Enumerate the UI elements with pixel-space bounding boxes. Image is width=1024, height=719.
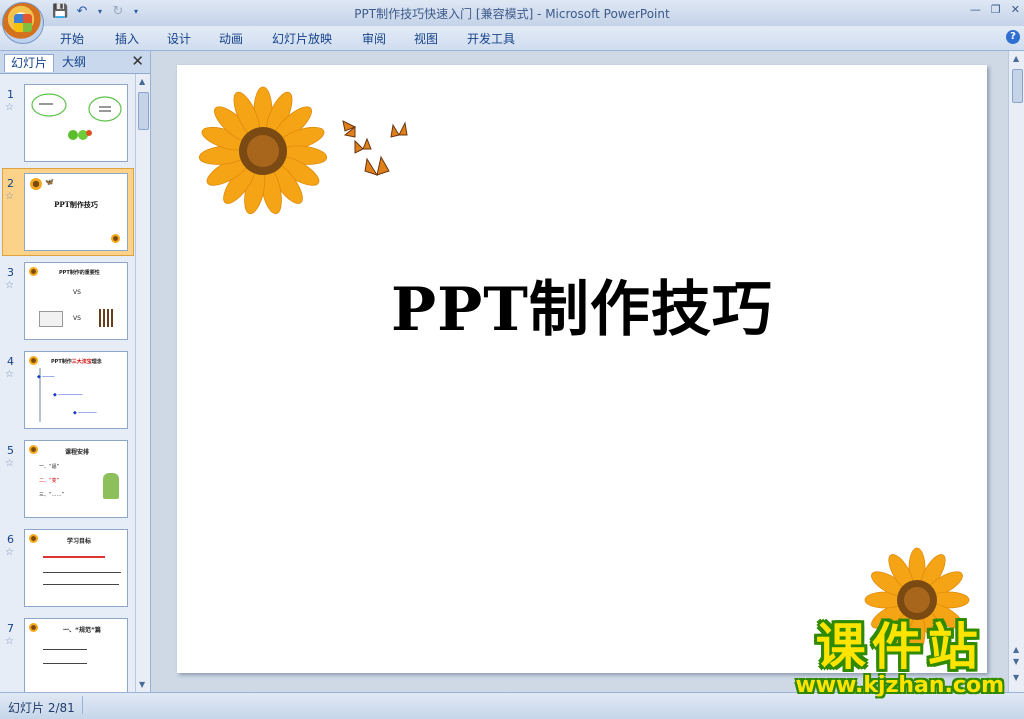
thumbnail-number: 1 bbox=[7, 88, 14, 101]
sunflower-icon bbox=[29, 267, 38, 276]
transition-star-icon: ☆ bbox=[5, 369, 14, 380]
thumbnail-number: 3 bbox=[7, 266, 14, 279]
tab-insert[interactable]: 插入 bbox=[115, 30, 139, 47]
tab-review[interactable]: 审阅 bbox=[362, 30, 386, 47]
scroll-down-icon[interactable]: ▼ bbox=[139, 680, 145, 689]
slide-thumbnail-2[interactable]: 🦋 PPT制作技巧 bbox=[24, 173, 128, 251]
thumbnail-number: 6 bbox=[7, 533, 14, 546]
thumbnail-image bbox=[39, 311, 63, 327]
scroll-up-icon[interactable]: ▲ bbox=[139, 77, 145, 86]
tab-animations[interactable]: 动画 bbox=[219, 30, 243, 47]
thumbnail-line bbox=[43, 663, 87, 664]
butterfly-icon bbox=[342, 120, 408, 176]
title-bar: 💾 ↶ ▾ ↻ ▾ PPT制作技巧快速入门 [兼容模式] - Microsoft… bbox=[0, 0, 1024, 44]
transition-star-icon: ☆ bbox=[5, 636, 14, 647]
watermark-logo: 课件站 www.kjzhan.com bbox=[795, 620, 1004, 698]
slide-editor: PPT制作技巧 bbox=[151, 51, 1008, 692]
thumbnail-line bbox=[43, 572, 121, 573]
thumbnail-scrollbar[interactable]: ▲ ▼ bbox=[135, 74, 150, 692]
tab-home[interactable]: 开始 bbox=[60, 30, 84, 47]
close-pane-icon[interactable]: ✕ bbox=[131, 52, 144, 70]
thumbnail-title: 课程安排 bbox=[65, 449, 90, 456]
ribbon-tabs: 开始 插入 设计 动画 幻灯片放映 审阅 视图 开发工具 ? bbox=[0, 26, 1024, 51]
person-illustration bbox=[103, 473, 119, 499]
slide-thumbnail-5[interactable]: 课程安排 一、“逼” 二、“变” 三、“……” bbox=[24, 440, 128, 518]
tab-developer[interactable]: 开发工具 bbox=[467, 30, 515, 47]
thumbnail-bullet: ◆ ──────── bbox=[53, 392, 83, 398]
thumbnail-text: VS bbox=[73, 289, 81, 296]
watermark-url: www.kjzhan.com bbox=[795, 673, 1004, 698]
sunflower-icon bbox=[29, 623, 38, 632]
butterfly-icon: 🦋 bbox=[45, 178, 54, 186]
thumbnail-title: PPT制作三大法宝理念 bbox=[51, 359, 102, 365]
thumbnail-1-art bbox=[31, 93, 122, 140]
restore-icon[interactable]: ❐ bbox=[991, 3, 1001, 16]
thumbnail-text: 三、“……” bbox=[39, 492, 65, 498]
scroll-down-icon[interactable]: ▼ bbox=[1013, 673, 1019, 682]
tab-view[interactable]: 视图 bbox=[414, 30, 438, 47]
slide-thumbnail-6[interactable]: 学习目标 bbox=[24, 529, 128, 607]
transition-star-icon: ☆ bbox=[5, 458, 14, 469]
transition-star-icon: ☆ bbox=[5, 547, 14, 558]
sunflower-icon bbox=[198, 86, 328, 215]
previous-slide-icon[interactable]: ▲ bbox=[1013, 645, 1019, 654]
tab-outline[interactable]: 大纲 bbox=[56, 54, 92, 71]
thumbnail-title: 一、“规范”篇 bbox=[63, 627, 101, 634]
slide-art bbox=[198, 86, 970, 653]
transition-star-icon: ☆ bbox=[5, 280, 14, 291]
sunflower-icon bbox=[29, 356, 38, 365]
pane-tabs: 幻灯片 大纲 ✕ bbox=[0, 51, 150, 74]
tab-slide-show[interactable]: 幻灯片放映 bbox=[272, 30, 332, 47]
thumbnail-bullet: ◆ ────── bbox=[73, 410, 97, 416]
tab-slides[interactable]: 幻灯片 bbox=[4, 54, 55, 72]
slide-indicator: 幻灯片 2/81 bbox=[8, 701, 75, 715]
slide-thumbnail-1[interactable] bbox=[24, 84, 128, 162]
slides-pane: 幻灯片 大纲 ✕ 1 ☆ 2 ☆ 🦋 PPT制作技巧 3 ☆ PPT制作的重要性… bbox=[0, 51, 151, 692]
sunflower-icon bbox=[111, 234, 120, 243]
thumbnail-title: PPT制作技巧 bbox=[54, 200, 98, 209]
sunflower-icon bbox=[29, 445, 38, 454]
window-controls: — ❐ ✕ bbox=[970, 3, 1020, 16]
thumbnail-bullet: ◆ ──── bbox=[37, 374, 55, 380]
sunflower-icon bbox=[30, 178, 42, 190]
transition-star-icon: ☆ bbox=[5, 102, 14, 113]
sunflower-icon bbox=[29, 534, 38, 543]
slide-title[interactable]: PPT制作技巧 bbox=[177, 261, 987, 348]
close-icon[interactable]: ✕ bbox=[1011, 3, 1020, 16]
thumbnail-number: 2 bbox=[7, 177, 14, 190]
office-button[interactable] bbox=[2, 2, 44, 44]
thumbnail-text: VS bbox=[73, 315, 81, 322]
slide-thumbnail-4[interactable]: PPT制作三大法宝理念 ◆ ──── ◆ ──────── ◆ ────── bbox=[24, 351, 128, 429]
tab-design[interactable]: 设计 bbox=[167, 30, 191, 47]
thumbnail-image bbox=[99, 309, 115, 327]
slide-thumbnail-7[interactable]: 一、“规范”篇 bbox=[24, 618, 128, 692]
thumbnail-list: 1 ☆ 2 ☆ 🦋 PPT制作技巧 3 ☆ PPT制作的重要性 VS VS 4 … bbox=[0, 74, 135, 692]
thumbnail-number: 5 bbox=[7, 444, 14, 457]
help-icon[interactable]: ? bbox=[1006, 30, 1020, 44]
thumbnail-number: 4 bbox=[7, 355, 14, 368]
scroll-thumb[interactable] bbox=[1012, 69, 1023, 103]
thumbnail-title: PPT制作的重要性 bbox=[59, 270, 100, 276]
slide-canvas[interactable]: PPT制作技巧 bbox=[177, 65, 987, 673]
thumbnail-title: 学习目标 bbox=[67, 538, 92, 545]
editor-scrollbar[interactable]: ▲ ▲ ▼ ▼ bbox=[1008, 51, 1024, 692]
thumbnail-text: 二、“变” bbox=[39, 478, 60, 484]
thumbnail-text: 一、“逼” bbox=[39, 464, 60, 470]
minimize-icon[interactable]: — bbox=[970, 3, 981, 16]
thumbnail-number: 7 bbox=[7, 622, 14, 635]
scroll-up-icon[interactable]: ▲ bbox=[1013, 54, 1019, 63]
window-title: PPT制作技巧快速入门 [兼容模式] - Microsoft PowerPoin… bbox=[354, 7, 670, 21]
transition-star-icon: ☆ bbox=[5, 191, 14, 202]
scroll-thumb[interactable] bbox=[138, 92, 149, 130]
thumbnail-line bbox=[43, 556, 105, 558]
watermark-main: 课件站 bbox=[815, 618, 984, 676]
thumbnail-line bbox=[43, 649, 87, 650]
next-slide-icon[interactable]: ▼ bbox=[1013, 657, 1019, 666]
slide-thumbnail-3[interactable]: PPT制作的重要性 VS VS bbox=[24, 262, 128, 340]
thumbnail-line bbox=[43, 584, 119, 585]
office-logo-icon bbox=[14, 14, 32, 32]
status-divider bbox=[82, 696, 83, 714]
